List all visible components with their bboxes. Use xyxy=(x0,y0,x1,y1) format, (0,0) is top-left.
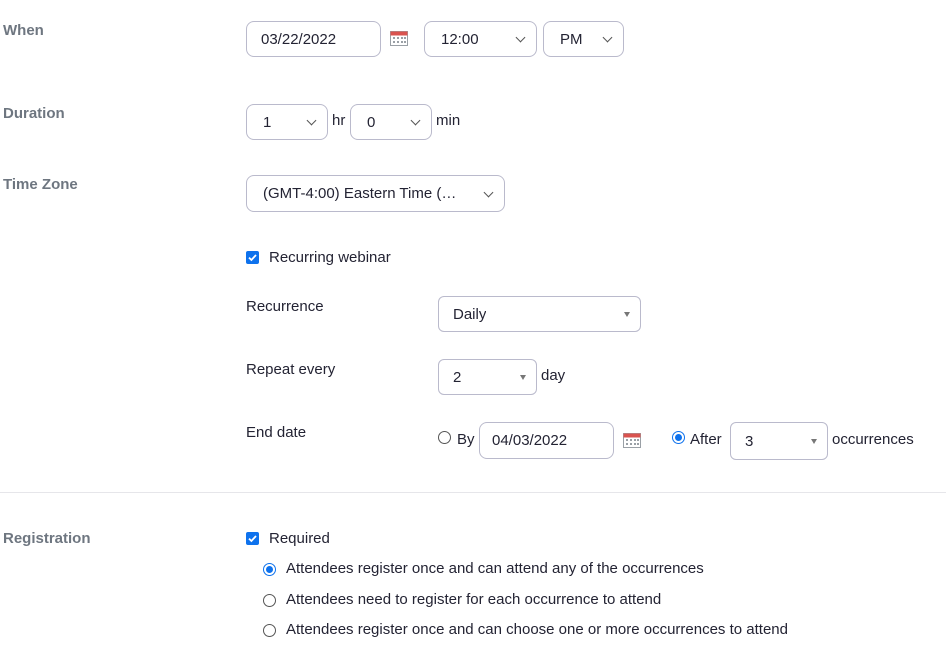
duration-hours-select[interactable]: 1 xyxy=(246,104,328,140)
end-date-label: End date xyxy=(246,424,307,441)
checkmark-icon xyxy=(248,535,257,543)
duration-minutes-value: 0 xyxy=(367,113,376,131)
timezone-value: (GMT-4:00) Eastern Time (US and Canada) xyxy=(263,185,465,202)
occurrences-unit-label: occurrences xyxy=(832,431,914,448)
chevron-down-icon xyxy=(483,187,494,197)
occurrences-value: 3 xyxy=(745,432,754,450)
chevron-down-icon xyxy=(515,32,526,43)
end-after-radio[interactable] xyxy=(672,431,685,444)
end-by-date-input[interactable]: 04/03/2022 xyxy=(479,422,614,459)
start-date-input[interactable]: 03/22/2022 xyxy=(246,21,381,57)
chevron-down-icon xyxy=(306,115,317,126)
chevron-down-icon xyxy=(410,115,421,126)
repeat-unit-label: day xyxy=(541,367,566,384)
registration-required-label: Required xyxy=(269,530,330,547)
section-divider xyxy=(0,492,946,493)
dropdown-arrow-icon xyxy=(520,375,526,380)
chevron-down-icon xyxy=(602,32,613,43)
dropdown-arrow-icon xyxy=(624,312,630,317)
registration-label: Registration xyxy=(3,530,91,547)
ampm-select[interactable]: PM xyxy=(543,21,624,57)
calendar-icon[interactable] xyxy=(390,30,408,46)
registration-option-label: Attendees register once and can attend a… xyxy=(286,560,704,577)
dropdown-arrow-icon xyxy=(811,439,817,444)
recurring-label: Recurring webinar xyxy=(269,249,391,266)
start-date-value: 03/22/2022 xyxy=(261,30,337,48)
end-after-label: After xyxy=(690,431,722,448)
registration-option-label: Attendees need to register for each occu… xyxy=(286,591,662,608)
timezone-select[interactable]: (GMT-4:00) Eastern Time (US and Canada) xyxy=(246,175,505,212)
recurring-checkbox[interactable] xyxy=(246,251,259,264)
registration-option-radio[interactable] xyxy=(263,624,276,637)
recurrence-value: Daily xyxy=(453,305,487,323)
timezone-label: Time Zone xyxy=(3,176,78,193)
registration-option-label: Attendees register once and can choose o… xyxy=(286,621,788,638)
repeat-every-value: 2 xyxy=(453,368,462,386)
ampm-value: PM xyxy=(560,30,583,48)
duration-label: Duration xyxy=(3,105,65,122)
recurrence-label: Recurrence xyxy=(246,298,324,315)
start-time-value: 12:00 xyxy=(441,30,479,48)
duration-hours-value: 1 xyxy=(263,113,272,131)
repeat-every-select[interactable]: 2 xyxy=(438,359,537,395)
checkmark-icon xyxy=(248,254,257,262)
registration-required-checkbox[interactable] xyxy=(246,532,259,545)
end-by-date-value: 04/03/2022 xyxy=(492,432,568,449)
end-by-radio[interactable] xyxy=(438,431,451,444)
start-time-select[interactable]: 12:00 xyxy=(424,21,537,57)
recurrence-select[interactable]: Daily xyxy=(438,296,641,332)
occurrences-select[interactable]: 3 xyxy=(730,422,828,460)
end-by-label: By xyxy=(457,431,475,448)
min-unit-label: min xyxy=(436,112,461,129)
registration-option-radio[interactable] xyxy=(263,594,276,607)
registration-option-radio[interactable] xyxy=(263,563,276,576)
hr-unit-label: hr xyxy=(332,112,346,129)
calendar-icon[interactable] xyxy=(623,432,641,448)
duration-minutes-select[interactable]: 0 xyxy=(350,104,432,140)
when-label: When xyxy=(3,22,44,39)
repeat-every-label: Repeat every xyxy=(246,361,336,378)
